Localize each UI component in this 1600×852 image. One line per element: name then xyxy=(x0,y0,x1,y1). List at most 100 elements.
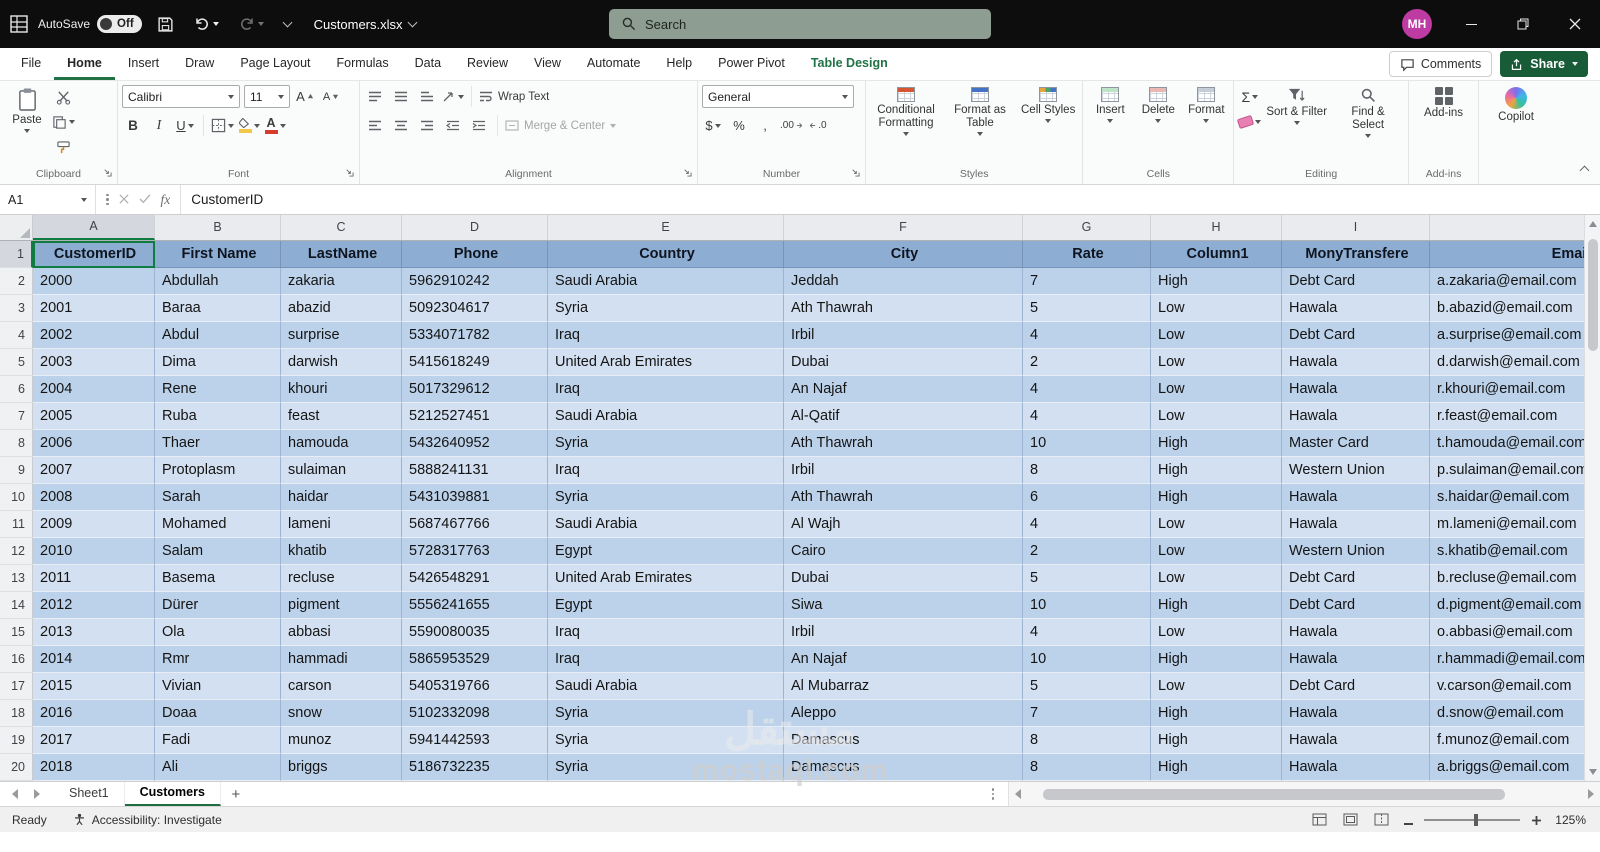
row-header-20[interactable]: 20 xyxy=(0,754,33,781)
vertical-scrollbar[interactable] xyxy=(1584,215,1600,781)
row-header-10[interactable]: 10 xyxy=(0,484,33,511)
cell-F3[interactable]: Ath Thawrah xyxy=(784,295,1023,322)
sheet-options-button[interactable] xyxy=(978,782,1009,806)
cell-J5[interactable]: d.darwish@email.com xyxy=(1430,349,1600,376)
cell-D20[interactable]: 5186732235 xyxy=(402,754,548,781)
cell-B3[interactable]: Baraa xyxy=(155,295,281,322)
cell-H20[interactable]: High xyxy=(1151,754,1282,781)
comma-style-button[interactable]: , xyxy=(754,115,776,137)
column-header-e[interactable]: E xyxy=(548,215,784,240)
cell-J13[interactable]: b.recluse@email.com xyxy=(1430,565,1600,592)
tab-review[interactable]: Review xyxy=(454,48,521,80)
avatar[interactable]: MH xyxy=(1402,9,1432,39)
cell-H8[interactable]: High xyxy=(1151,430,1282,457)
cell-E8[interactable]: Syria xyxy=(548,430,784,457)
cell-E6[interactable]: Iraq xyxy=(548,376,784,403)
column-header-f[interactable]: F xyxy=(784,215,1023,240)
scroll-up-arrow[interactable] xyxy=(1588,221,1597,227)
cell-F17[interactable]: Al Mubarraz xyxy=(784,673,1023,700)
format-as-table-button[interactable]: Format as Table xyxy=(944,84,1016,139)
cell-F8[interactable]: Ath Thawrah xyxy=(784,430,1023,457)
restore-button[interactable] xyxy=(1500,0,1546,48)
cell-H18[interactable]: High xyxy=(1151,700,1282,727)
cell-D13[interactable]: 5426548291 xyxy=(402,565,548,592)
wrap-text-button[interactable]: Wrap Text xyxy=(479,86,549,108)
bold-button[interactable]: B xyxy=(122,115,144,137)
header-cell-email[interactable]: Email xyxy=(1430,241,1600,268)
cell-E14[interactable]: Egypt xyxy=(548,592,784,619)
header-cell-first-name[interactable]: First Name xyxy=(155,241,281,268)
cell-I3[interactable]: Hawala xyxy=(1282,295,1430,322)
page-layout-view-button[interactable] xyxy=(1339,810,1361,830)
cell-J12[interactable]: s.khatib@email.com xyxy=(1430,538,1600,565)
cell-B7[interactable]: Ruba xyxy=(155,403,281,430)
cell-D7[interactable]: 5212527451 xyxy=(402,403,548,430)
cell-B11[interactable]: Mohamed xyxy=(155,511,281,538)
cell-H3[interactable]: Low xyxy=(1151,295,1282,322)
align-center-button[interactable] xyxy=(390,115,412,137)
cell-H10[interactable]: High xyxy=(1151,484,1282,511)
zoom-level[interactable]: 125% xyxy=(1552,813,1586,827)
cell-B15[interactable]: Ola xyxy=(155,619,281,646)
cell-A9[interactable]: 2007 xyxy=(33,457,155,484)
cell-G8[interactable]: 10 xyxy=(1023,430,1151,457)
row-header-6[interactable]: 6 xyxy=(0,376,33,403)
cell-C3[interactable]: abazid xyxy=(281,295,402,322)
paste-button[interactable]: Paste xyxy=(4,84,50,136)
cell-H12[interactable]: Low xyxy=(1151,538,1282,565)
undo-button[interactable] xyxy=(189,12,224,36)
sheet-tab-customers[interactable]: Customers xyxy=(124,782,221,806)
row-header-5[interactable]: 5 xyxy=(0,349,33,376)
cell-F15[interactable]: Irbil xyxy=(784,619,1023,646)
cell-A5[interactable]: 2003 xyxy=(33,349,155,376)
cell-A14[interactable]: 2012 xyxy=(33,592,155,619)
format-cells-button[interactable]: Format xyxy=(1183,84,1229,126)
addins-button[interactable]: Add-ins xyxy=(1421,84,1467,123)
font-size-combo[interactable]: 11 xyxy=(244,85,290,108)
cell-G7[interactable]: 4 xyxy=(1023,403,1151,430)
tab-page-layout[interactable]: Page Layout xyxy=(227,48,323,80)
align-left-button[interactable] xyxy=(364,115,386,137)
row-header-13[interactable]: 13 xyxy=(0,565,33,592)
cell-A15[interactable]: 2013 xyxy=(33,619,155,646)
cell-I10[interactable]: Hawala xyxy=(1282,484,1430,511)
cell-F2[interactable]: Jeddah xyxy=(784,268,1023,295)
cell-C18[interactable]: snow xyxy=(281,700,402,727)
cell-D11[interactable]: 5687467766 xyxy=(402,511,548,538)
close-button[interactable] xyxy=(1552,0,1598,48)
cell-E9[interactable]: Iraq xyxy=(548,457,784,484)
cell-B16[interactable]: Rmr xyxy=(155,646,281,673)
cell-D12[interactable]: 5728317763 xyxy=(402,538,548,565)
cell-D9[interactable]: 5888241131 xyxy=(402,457,548,484)
accessibility-status[interactable]: Accessibility: Investigate xyxy=(61,813,234,827)
cell-D5[interactable]: 5415618249 xyxy=(402,349,548,376)
tab-table-design[interactable]: Table Design xyxy=(798,48,901,80)
cell-I6[interactable]: Hawala xyxy=(1282,376,1430,403)
vertical-scroll-thumb[interactable] xyxy=(1588,239,1598,351)
sheet-tab-sheet1[interactable]: Sheet1 xyxy=(54,782,125,806)
cell-styles-button[interactable]: Cell Styles xyxy=(1018,84,1078,126)
font-name-combo[interactable]: Calibri xyxy=(122,85,240,108)
cell-E18[interactable]: Syria xyxy=(548,700,784,727)
cell-F12[interactable]: Cairo xyxy=(784,538,1023,565)
cell-H9[interactable]: High xyxy=(1151,457,1282,484)
comments-button[interactable]: Comments xyxy=(1388,51,1493,77)
cell-E17[interactable]: Saudi Arabia xyxy=(548,673,784,700)
name-box-options-icon[interactable] xyxy=(106,193,109,206)
header-cell-column1[interactable]: Column1 xyxy=(1151,241,1282,268)
cell-A20[interactable]: 2018 xyxy=(33,754,155,781)
percent-style-button[interactable]: % xyxy=(728,115,750,137)
cell-D4[interactable]: 5334071782 xyxy=(402,322,548,349)
find-select-button[interactable]: Find & Select xyxy=(1332,84,1404,141)
row-header-9[interactable]: 9 xyxy=(0,457,33,484)
cell-D3[interactable]: 5092304617 xyxy=(402,295,548,322)
cell-E2[interactable]: Saudi Arabia xyxy=(548,268,784,295)
tab-automate[interactable]: Automate xyxy=(574,48,654,80)
cell-C17[interactable]: carson xyxy=(281,673,402,700)
copy-button[interactable] xyxy=(52,111,75,133)
formula-bar-content[interactable]: CustomerID xyxy=(181,185,1600,214)
cancel-entry-button[interactable] xyxy=(118,192,129,207)
scroll-left-arrow[interactable] xyxy=(1015,789,1021,799)
cell-J4[interactable]: a.surprise@email.com xyxy=(1430,322,1600,349)
horizontal-scroll-track[interactable] xyxy=(1027,788,1582,800)
